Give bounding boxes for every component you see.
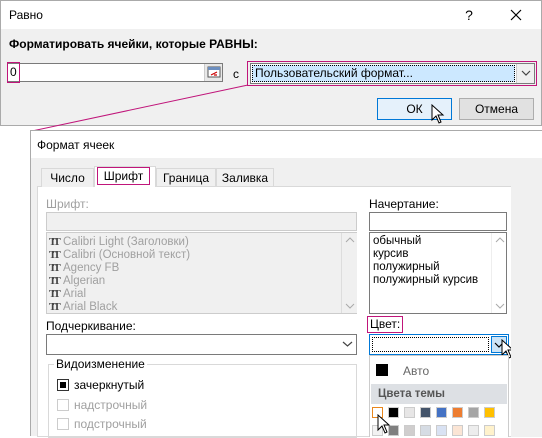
- underline-label: Подчеркивание:: [46, 319, 136, 333]
- effects-label: Видоизменение: [54, 357, 147, 371]
- theme-color-swatch[interactable]: [404, 407, 415, 418]
- theme-colors-label: Цвета темы: [378, 388, 445, 400]
- theme-color-swatch[interactable]: [452, 407, 463, 418]
- theme-tint-swatch[interactable]: [420, 425, 431, 436]
- theme-color-swatch[interactable]: [484, 407, 495, 418]
- subscript-checkbox[interactable]: [57, 418, 69, 430]
- color-label: Цвет:: [367, 316, 404, 333]
- tab-border[interactable]: Граница: [156, 168, 216, 187]
- underline-dropdown[interactable]: [46, 334, 357, 355]
- theme-tint-swatch[interactable]: [404, 425, 415, 436]
- style-list-scrollbar[interactable]: [491, 233, 507, 313]
- font-list-item-label: Calibri Light (Заголовки): [63, 235, 189, 248]
- style-label: Начертание:: [369, 197, 439, 211]
- format-dialog-title: Формат ячеек: [37, 138, 115, 152]
- style-list-items: обычный курсив полужирный полужирный курсив: [373, 235, 491, 287]
- subscript-label: подстрочный: [74, 417, 147, 431]
- tab-strip: Число Шрифт Граница Заливка: [37, 166, 511, 188]
- font-list-item[interactable]: TT Calibri Light (Заголовки): [49, 235, 339, 248]
- font-list-item-label: Agency FB: [63, 261, 120, 274]
- tab-number[interactable]: Число: [41, 168, 94, 187]
- font-list-item-label: Arial: [63, 287, 87, 300]
- auto-color-swatch[interactable]: [376, 364, 388, 376]
- theme-color-swatch[interactable]: [420, 407, 431, 418]
- tab-font-label: Шрифт: [97, 167, 150, 185]
- truetype-icon: TT: [49, 235, 61, 248]
- style-list-item[interactable]: полужирный: [373, 261, 491, 274]
- style-list-item[interactable]: обычный: [373, 235, 491, 248]
- font-list-item[interactable]: TT Arial: [49, 287, 339, 300]
- theme-color-swatch[interactable]: [468, 407, 479, 418]
- style-input[interactable]: [369, 212, 507, 231]
- truetype-icon: TT: [49, 248, 61, 261]
- font-list-scrollbar[interactable]: [341, 233, 357, 313]
- font-list-item[interactable]: TT Agency FB: [49, 261, 339, 274]
- theme-tint-swatch[interactable]: [452, 425, 463, 436]
- font-list[interactable]: TT Calibri Light (Заголовки) TT Calibri (Ос…: [46, 232, 357, 314]
- theme-swatch-row: [372, 425, 508, 437]
- truetype-icon: TT: [49, 261, 61, 274]
- format-cells-dialog: Формат ячеек Число Шрифт Граница Заливка…: [30, 130, 542, 438]
- theme-tint-swatch[interactable]: [436, 425, 447, 436]
- truetype-icon: TT: [49, 274, 61, 287]
- theme-tint-swatch[interactable]: [468, 425, 479, 436]
- auto-color-label[interactable]: Авто: [403, 364, 429, 378]
- style-list[interactable]: обычный курсив полужирный полужирный курсив: [369, 232, 507, 314]
- truetype-icon: TT: [49, 300, 61, 313]
- font-list-item-label: Algerian: [63, 274, 106, 287]
- color-dropdown-value: [372, 337, 489, 352]
- strikethrough-checkbox[interactable]: [57, 379, 69, 391]
- style-list-item[interactable]: полужирный курсив: [373, 274, 491, 287]
- chevron-down-icon[interactable]: [339, 335, 356, 354]
- superscript-label: надстрочный: [74, 398, 148, 412]
- font-input[interactable]: [46, 212, 357, 231]
- font-list-item[interactable]: TT Algerian: [49, 274, 339, 287]
- font-list-item[interactable]: TT Calibri (Основной текст): [49, 248, 339, 261]
- theme-tint-swatch[interactable]: [484, 425, 495, 436]
- font-list-item[interactable]: TT Arial Black: [49, 300, 339, 313]
- tab-fill[interactable]: Заливка: [216, 168, 274, 187]
- strikethrough-label: зачеркнутый: [74, 378, 145, 392]
- font-list-items: TT Calibri Light (Заголовки) TT Calibri (Ос…: [49, 235, 339, 313]
- color-dropdown[interactable]: [369, 334, 509, 355]
- font-label: Шрифт:: [46, 197, 89, 211]
- font-list-item-label: Arial Black: [63, 300, 118, 313]
- truetype-icon: TT: [49, 287, 61, 300]
- superscript-checkbox[interactable]: [57, 399, 69, 411]
- checkbox-mark: [60, 382, 66, 388]
- format-dialog-right-edge: [511, 159, 542, 437]
- font-list-item-label: Calibri (Основной текст): [63, 248, 191, 261]
- mouse-cursor-icon: [377, 414, 391, 434]
- theme-color-swatch[interactable]: [436, 407, 447, 418]
- theme-swatch-row: [372, 407, 508, 419]
- style-list-item[interactable]: курсив: [373, 248, 491, 261]
